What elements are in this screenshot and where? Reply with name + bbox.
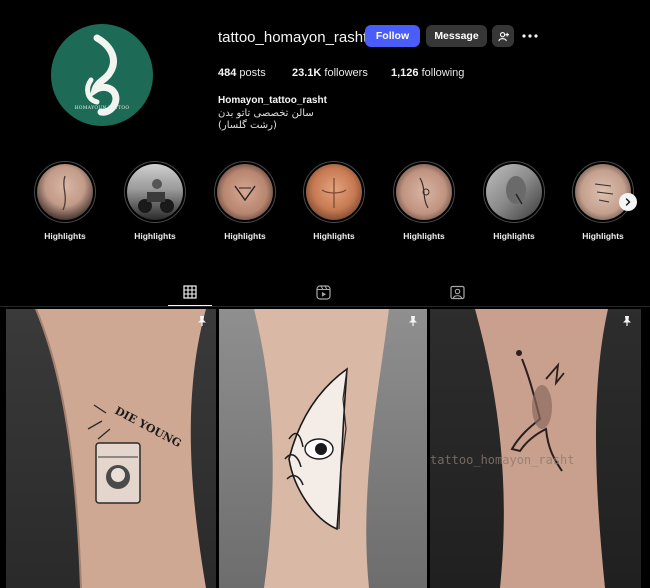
highlight-image	[37, 164, 93, 220]
highlight-item[interactable]: Highlights	[482, 161, 546, 241]
followers-value: 23.1K	[292, 67, 322, 79]
tabs-divider	[0, 306, 650, 307]
chevron-right-icon	[625, 198, 631, 206]
posts-value: 484	[218, 67, 237, 79]
post-tile[interactable]	[219, 309, 427, 588]
highlight-item[interactable]: Highlights	[123, 161, 187, 241]
post-image-die-young: DIE YOUNG	[35, 309, 206, 588]
highlight-label: Highlights	[493, 231, 535, 241]
tab-reels[interactable]	[313, 282, 333, 302]
active-tab-indicator	[168, 305, 212, 306]
highlight-image	[127, 164, 183, 220]
highlight-label: Highlights	[582, 231, 624, 241]
motorbike-photo-thumbnail	[138, 179, 174, 213]
tattoo-thumbnail	[419, 177, 430, 209]
add-person-icon	[497, 31, 509, 41]
post-tile[interactable]: DIE YOUNG	[6, 309, 216, 588]
profile-username: tattoo_homayon_rasht	[218, 29, 368, 46]
highlight-ring	[572, 161, 634, 223]
highlight-image	[486, 164, 542, 220]
pin-icon	[198, 316, 206, 326]
highlight-label: Highlights	[134, 231, 176, 241]
bio-line: (رشت گلسار)	[218, 120, 277, 131]
more-options-icon	[522, 34, 538, 38]
options-button[interactable]	[521, 27, 539, 45]
post-tile[interactable]: tattoo_homayon_rasht	[430, 309, 641, 588]
avatar-caption: HOMAYOUN TATTOO	[74, 106, 130, 111]
neck-tattoo-thumbnail	[506, 176, 526, 205]
highlight-ring	[483, 161, 545, 223]
posts-label: posts	[239, 67, 266, 79]
message-button[interactable]: Message	[426, 25, 487, 47]
highlight-image	[396, 164, 452, 220]
highlight-label: Highlights	[44, 231, 86, 241]
bio-line: سالن تخصصی تاتو بدن	[218, 108, 314, 119]
profile-avatar[interactable]: HOMAYOUN TATTOO	[51, 24, 153, 126]
tab-tagged[interactable]	[447, 282, 467, 302]
highlight-ring	[34, 161, 96, 223]
highlight-ring	[303, 161, 365, 223]
suggested-accounts-button[interactable]	[492, 25, 514, 47]
reels-icon	[315, 284, 331, 300]
tab-posts[interactable]	[180, 282, 200, 302]
pin-icon	[409, 316, 417, 326]
followers-count[interactable]: 23.1K followers	[292, 67, 368, 79]
post-watermark: tattoo_homayon_rasht	[430, 453, 575, 467]
pin-icon	[623, 316, 631, 326]
post-image-eye-tattoo	[254, 309, 389, 588]
highlight-item[interactable]: Highlights	[302, 161, 366, 241]
posts-count: 484 posts	[218, 67, 266, 79]
highlight-item[interactable]: Highlights	[33, 161, 97, 241]
tattoo-thumbnail	[594, 183, 614, 203]
following-value: 1,126	[391, 67, 419, 79]
highlight-label: Highlights	[313, 231, 355, 241]
highlight-label: Highlights	[403, 231, 445, 241]
followers-label: followers	[324, 67, 368, 79]
highlight-label: Highlights	[224, 231, 266, 241]
torso-photo-thumbnail	[321, 178, 347, 208]
highlight-ring	[393, 161, 455, 223]
highlights-next-button[interactable]	[619, 193, 637, 211]
profile-full-name: Homayon_tattoo_rasht	[218, 95, 327, 106]
grid-icon	[183, 285, 197, 299]
following-label: following	[421, 67, 465, 79]
highlight-image	[306, 164, 362, 220]
highlight-ring	[124, 161, 186, 223]
highlight-ring	[214, 161, 276, 223]
highlight-item[interactable]: Highlights	[392, 161, 456, 241]
follow-button[interactable]: Follow	[365, 25, 420, 47]
tattoo-thumbnail	[234, 185, 256, 202]
tattoo-thumbnail	[62, 175, 66, 211]
post-image-figure-tattoo: tattoo_homayon_rasht	[430, 309, 608, 588]
tagged-user-icon	[449, 285, 465, 299]
following-count[interactable]: 1,126 following	[391, 67, 464, 79]
highlight-image	[575, 164, 631, 220]
highlight-image	[217, 164, 273, 220]
highlight-item[interactable]: Highlights	[213, 161, 277, 241]
